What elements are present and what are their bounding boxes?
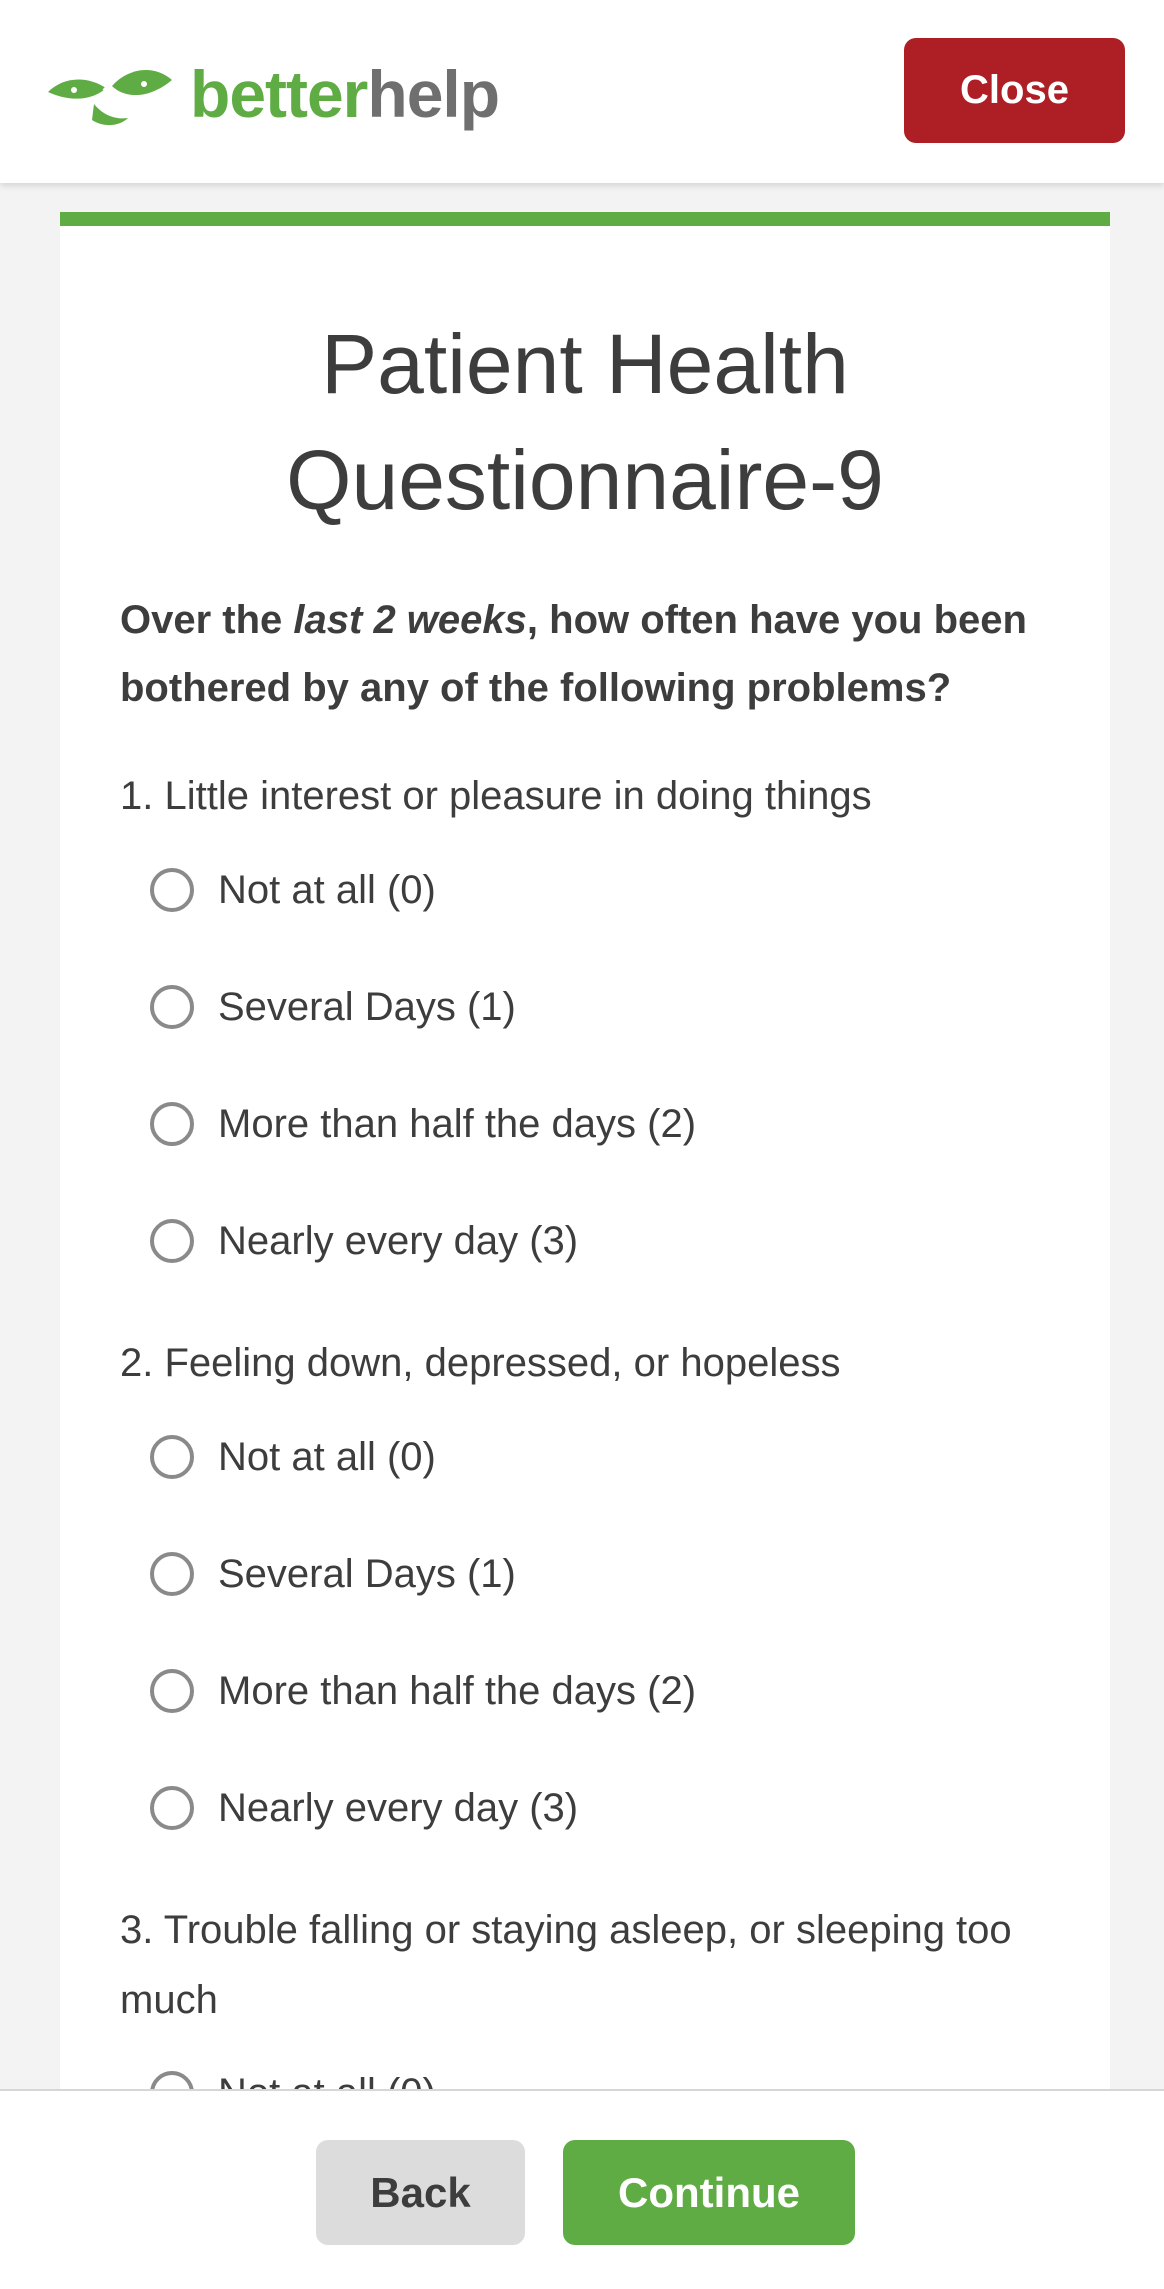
q2-option-more-than-half[interactable]: More than half the days (2) <box>150 1661 696 1721</box>
logo-wordmark: betterhelp <box>190 61 500 127</box>
app-header: betterhelp Close <box>0 0 1164 183</box>
back-button[interactable]: Back <box>316 2140 525 2245</box>
question-2-label: 2. Feeling down, depressed, or hopeless <box>120 1341 841 1385</box>
radio-button[interactable] <box>150 1219 194 1263</box>
intro-emphasis: last 2 weeks <box>293 598 527 642</box>
questionnaire-card: Patient Health Questionnaire-9 Over the … <box>60 212 1110 2115</box>
questionnaire-intro: Over the last 2 weeks, how often have yo… <box>120 586 1060 722</box>
option-label: Several Days (1) <box>218 1551 516 1596</box>
title-line-2: Questionnaire-9 <box>286 433 884 527</box>
continue-button[interactable]: Continue <box>563 2140 855 2245</box>
radio-button[interactable] <box>150 1552 194 1596</box>
q1-option-nearly-every-day[interactable]: Nearly every day (3) <box>150 1211 578 1271</box>
question-1-label: 1. Little interest or pleasure in doing … <box>120 774 872 818</box>
radio-button[interactable] <box>150 985 194 1029</box>
q1-option-several-days[interactable]: Several Days (1) <box>150 977 516 1037</box>
q1-option-more-than-half[interactable]: More than half the days (2) <box>150 1094 696 1154</box>
radio-button[interactable] <box>150 1102 194 1146</box>
logo-text-better: better <box>190 57 368 131</box>
close-button[interactable]: Close <box>904 38 1125 143</box>
radio-button[interactable] <box>150 868 194 912</box>
hands-logo-icon <box>48 69 172 126</box>
logo-text-help: help <box>367 57 500 131</box>
betterhelp-logo[interactable]: betterhelp <box>44 58 500 130</box>
option-label: Several Days (1) <box>218 984 516 1029</box>
option-label: More than half the days (2) <box>218 1668 697 1713</box>
intro-text-start: Over the <box>120 598 294 642</box>
q2-option-nearly-every-day[interactable]: Nearly every day (3) <box>150 1778 578 1838</box>
option-label: Nearly every day (3) <box>218 1785 579 1830</box>
question-3-label: 3. Trouble falling or staying asleep, or… <box>120 1908 1012 2022</box>
q1-option-not-at-all[interactable]: Not at all (0) <box>150 860 436 920</box>
radio-button[interactable] <box>150 1669 194 1713</box>
radio-button[interactable] <box>150 1786 194 1830</box>
option-label: Not at all (0) <box>218 1434 436 1479</box>
radio-button[interactable] <box>150 1435 194 1479</box>
footer-nav: Back Continue <box>0 2089 1164 2289</box>
page-title: Patient Health Questionnaire-9 <box>60 306 1110 538</box>
title-line-1: Patient Health <box>321 317 849 411</box>
option-label: Not at all (0) <box>218 867 436 912</box>
option-label: More than half the days (2) <box>218 1101 697 1146</box>
option-label: Nearly every day (3) <box>218 1218 579 1263</box>
q2-option-not-at-all[interactable]: Not at all (0) <box>150 1427 436 1487</box>
q2-option-several-days[interactable]: Several Days (1) <box>150 1544 516 1604</box>
